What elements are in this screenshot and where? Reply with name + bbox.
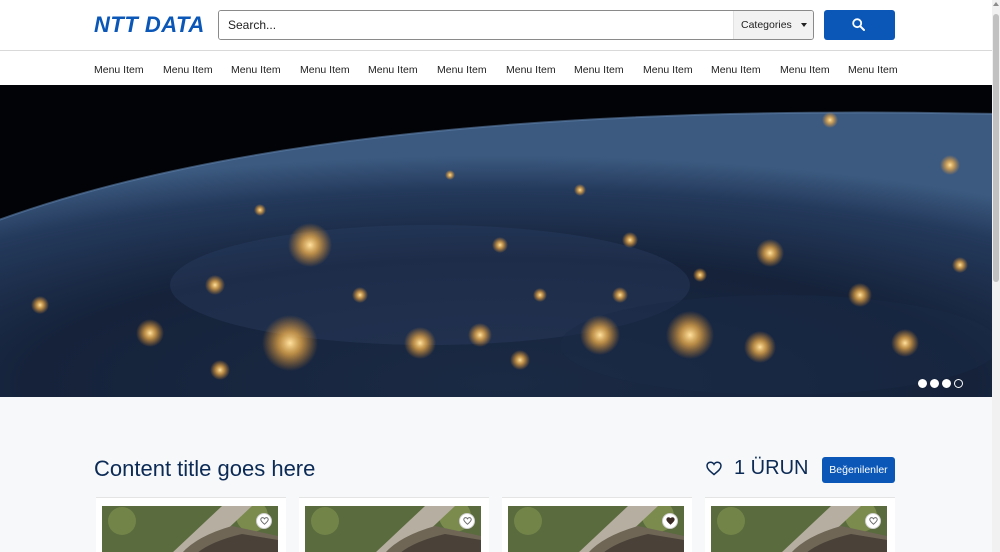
product-card[interactable]: [705, 497, 895, 552]
product-card[interactable]: [299, 497, 489, 552]
heart-outline-icon: [869, 517, 878, 525]
site-header: NTT DATA Categories: [0, 0, 992, 51]
nav-menu-item[interactable]: Menu Item: [231, 64, 281, 76]
search-input[interactable]: [219, 11, 733, 39]
carousel-dot[interactable]: [942, 379, 951, 388]
content-title: Content title goes here: [94, 456, 316, 481]
card-like-button[interactable]: [865, 513, 881, 529]
caret-down-icon: [801, 23, 807, 27]
card-like-button[interactable]: [256, 513, 272, 529]
search-button[interactable]: [824, 10, 895, 40]
product-image[interactable]: [305, 506, 481, 552]
scroll-up-arrow-icon[interactable]: [993, 2, 999, 6]
nav-menu-item[interactable]: Menu Item: [643, 64, 693, 76]
nav-menu-item[interactable]: Menu Item: [94, 64, 144, 76]
product-card[interactable]: [96, 497, 286, 552]
carousel-dot[interactable]: [930, 379, 939, 388]
nav-menu-item[interactable]: Menu Item: [574, 64, 624, 76]
main-nav: Menu Item Menu Item Menu Item Menu Item …: [0, 52, 992, 85]
carousel-dot-active[interactable]: [954, 379, 963, 388]
cat-photo: [305, 506, 481, 552]
nav-menu-item[interactable]: Menu Item: [780, 64, 830, 76]
search-icon: [852, 18, 865, 31]
nav-menu-item[interactable]: Menu Item: [163, 64, 213, 76]
categories-dropdown[interactable]: Categories: [733, 11, 813, 39]
carousel-dots: [915, 375, 963, 388]
categories-label: Categories: [741, 19, 792, 31]
nav-menu-item[interactable]: Menu Item: [506, 64, 556, 76]
heart-filled-icon: [666, 517, 675, 525]
product-image[interactable]: [508, 506, 684, 552]
cat-photo: [508, 506, 684, 552]
nav-menu-item[interactable]: Menu Item: [711, 64, 761, 76]
heart-outline-icon: [260, 517, 269, 525]
card-like-button-active[interactable]: [662, 513, 678, 529]
heart-outline-icon[interactable]: [706, 461, 722, 476]
favorites-button[interactable]: Beğenilenler: [822, 457, 895, 483]
carousel-dot[interactable]: [918, 379, 927, 388]
cat-photo: [102, 506, 278, 552]
nav-menu-item[interactable]: Menu Item: [848, 64, 898, 76]
hero-carousel[interactable]: [0, 85, 992, 397]
product-card[interactable]: [502, 497, 692, 552]
heart-outline-icon: [463, 517, 472, 525]
hero-earth-image: [0, 85, 992, 397]
nav-menu-item[interactable]: Menu Item: [300, 64, 350, 76]
scroll-thumb[interactable]: [993, 14, 999, 282]
ntt-data-logo[interactable]: NTT DATA: [94, 14, 205, 36]
nav-menu-item[interactable]: Menu Item: [437, 64, 487, 76]
card-like-button[interactable]: [459, 513, 475, 529]
cat-photo: [711, 506, 887, 552]
nav-menu-item[interactable]: Menu Item: [368, 64, 418, 76]
favorites-count: 1 ÜRUN: [734, 457, 809, 479]
page-scrollbar[interactable]: [992, 0, 1000, 552]
product-image[interactable]: [102, 506, 278, 552]
product-image[interactable]: [711, 506, 887, 552]
search-bar: Categories: [218, 10, 814, 40]
